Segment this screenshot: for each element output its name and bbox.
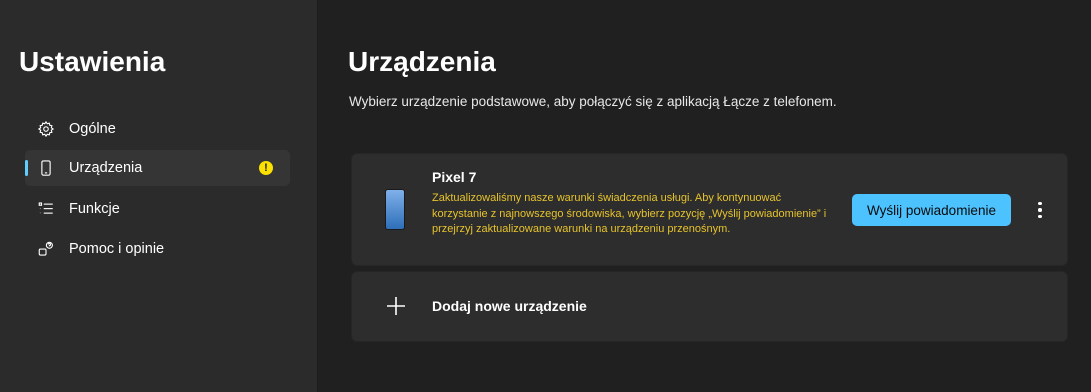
page-subtitle: Wybierz urządzenie podstawowe, aby połąc… <box>349 94 837 109</box>
device-warning-text: Zaktualizowaliśmy nasze warunki świadcze… <box>432 192 827 235</box>
page-title: Urządzenia <box>348 46 496 77</box>
phone-device-icon <box>385 189 405 230</box>
sidebar-item-general[interactable]: Ogólne <box>25 111 290 147</box>
app-title: Ustawienia <box>19 46 166 77</box>
sidebar-item-label: Funkcje <box>69 201 120 217</box>
list-icon <box>36 199 56 219</box>
sidebar-item-label: Pomoc i opinie <box>69 241 165 257</box>
warning-badge-icon: ! <box>259 161 273 175</box>
add-device-card[interactable]: Dodaj nowe urządzenie <box>351 271 1068 342</box>
sidebar-item-features[interactable]: Funkcje <box>25 191 290 227</box>
plus-icon <box>387 297 405 315</box>
device-name: Pixel 7 <box>432 169 477 185</box>
active-indicator <box>25 160 28 176</box>
send-notification-button[interactable]: Wyślij powiadomienie <box>852 194 1011 226</box>
main-content: Urządzenia Wybierz urządzenie podstawowe… <box>318 0 1091 392</box>
device-card: Pixel 7 Zaktualizowaliśmy nasze warunki … <box>351 153 1068 266</box>
sidebar-item-devices[interactable]: Urządzenia ! <box>25 150 290 186</box>
sidebar-item-help[interactable]: Pomoc i opinie <box>25 231 290 267</box>
phone-icon <box>36 158 56 178</box>
sidebar-item-label: Ogólne <box>69 121 116 137</box>
help-icon <box>36 239 56 259</box>
sidebar-item-label: Urządzenia <box>69 160 143 176</box>
add-device-label: Dodaj nowe urządzenie <box>432 298 587 314</box>
sidebar: Ustawienia Ogólne Urządzenia ! Funkcje P… <box>0 0 318 392</box>
more-options-icon[interactable] <box>1030 196 1050 224</box>
gear-icon <box>36 119 56 139</box>
